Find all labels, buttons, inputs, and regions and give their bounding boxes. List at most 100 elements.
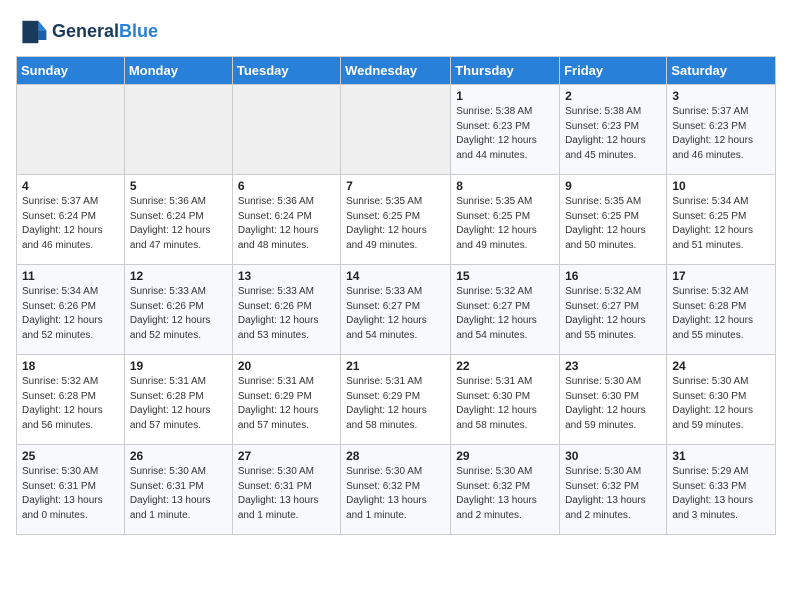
day-number: 27 [238,449,335,463]
calendar-cell: 6 Sunrise: 5:36 AM Sunset: 6:24 PM Daylig… [232,175,340,265]
day-info: Sunrise: 5:35 AM Sunset: 6:25 PM Dayligh… [456,195,554,253]
calendar-cell: 13Sunrise: 5:33 AM Sunset: 6:26 PM Dayli… [232,265,340,355]
day-info: Sunrise: 5:30 AM Sunset: 6:30 PM Dayligh… [565,375,661,433]
calendar-week-row: 18 Sunrise: 5:32 AM Sunset: 6:28 PM Dayli… [17,355,776,445]
page-header: GeneralBlue [16,16,776,48]
calendar-cell [232,85,340,175]
calendar-cell: 19 Sunrise: 5:31 AM Sunset: 6:28 PM Dayli… [124,355,232,445]
calendar-cell: 4 Sunrise: 5:37 AM Sunset: 6:24 PM Daylig… [17,175,125,265]
calendar-cell [341,85,451,175]
calendar-cell: 11 Sunrise: 5:34 AM Sunset: 6:26 PM Dayli… [17,265,125,355]
day-info: Sunrise: 5:33 AM Sunset: 6:26 PM Dayligh… [130,285,227,343]
calendar-cell: 24 Sunrise: 5:30 AM Sunset: 6:30 PM Dayli… [667,355,776,445]
calendar-cell: 26 Sunrise: 5:30 AM Sunset: 6:31 PM Dayli… [124,445,232,535]
day-info: Sunrise: 5:37 AM Sunset: 6:23 PM Dayligh… [672,105,770,163]
calendar-cell: 30 Sunrise: 5:30 AM Sunset: 6:32 PM Dayli… [560,445,667,535]
calendar-cell: 20 Sunrise: 5:31 AM Sunset: 6:29 PM Dayli… [232,355,340,445]
calendar-cell: 31 Sunrise: 5:29 AM Sunset: 6:33 PM Dayli… [667,445,776,535]
calendar-cell: 8 Sunrise: 5:35 AM Sunset: 6:25 PM Daylig… [451,175,560,265]
calendar-cell: 29 Sunrise: 5:30 AM Sunset: 6:32 PM Dayli… [451,445,560,535]
day-number: 9 [565,179,661,193]
logo-icon [16,16,48,48]
weekday-header-sunday: Sunday [17,57,125,85]
day-number: 15 [456,269,554,283]
day-number: 23 [565,359,661,373]
weekday-header-wednesday: Wednesday [341,57,451,85]
day-number: 26 [130,449,227,463]
calendar-cell: 1Sunrise: 5:38 AM Sunset: 6:23 PM Daylig… [451,85,560,175]
day-number: 2 [565,89,661,103]
calendar-cell: 10Sunrise: 5:34 AM Sunset: 6:25 PM Dayli… [667,175,776,265]
calendar-cell: 7 Sunrise: 5:35 AM Sunset: 6:25 PM Daylig… [341,175,451,265]
calendar-table: SundayMondayTuesdayWednesdayThursdayFrid… [16,56,776,535]
calendar-cell: 27 Sunrise: 5:30 AM Sunset: 6:31 PM Dayli… [232,445,340,535]
weekday-header-thursday: Thursday [451,57,560,85]
day-info: Sunrise: 5:30 AM Sunset: 6:32 PM Dayligh… [565,465,661,523]
calendar-cell: 25 Sunrise: 5:30 AM Sunset: 6:31 PM Dayli… [17,445,125,535]
day-info: Sunrise: 5:37 AM Sunset: 6:24 PM Dayligh… [22,195,119,253]
day-info: Sunrise: 5:30 AM Sunset: 6:32 PM Dayligh… [346,465,445,523]
day-info: Sunrise: 5:32 AM Sunset: 6:27 PM Dayligh… [565,285,661,343]
day-info: Sunrise: 5:30 AM Sunset: 6:32 PM Dayligh… [456,465,554,523]
day-info: Sunrise: 5:31 AM Sunset: 6:28 PM Dayligh… [130,375,227,433]
day-info: Sunrise: 5:30 AM Sunset: 6:30 PM Dayligh… [672,375,770,433]
calendar-cell: 18 Sunrise: 5:32 AM Sunset: 6:28 PM Dayli… [17,355,125,445]
day-info: Sunrise: 5:36 AM Sunset: 6:24 PM Dayligh… [238,195,335,253]
day-info: Sunrise: 5:31 AM Sunset: 6:29 PM Dayligh… [346,375,445,433]
calendar-cell: 16 Sunrise: 5:32 AM Sunset: 6:27 PM Dayli… [560,265,667,355]
calendar-cell: 12 Sunrise: 5:33 AM Sunset: 6:26 PM Dayli… [124,265,232,355]
calendar-cell: 15 Sunrise: 5:32 AM Sunset: 6:27 PM Dayli… [451,265,560,355]
day-number: 7 [346,179,445,193]
day-info: Sunrise: 5:30 AM Sunset: 6:31 PM Dayligh… [22,465,119,523]
day-info: Sunrise: 5:31 AM Sunset: 6:30 PM Dayligh… [456,375,554,433]
calendar-week-row: 11 Sunrise: 5:34 AM Sunset: 6:26 PM Dayli… [17,265,776,355]
day-number: 4 [22,179,119,193]
day-info: Sunrise: 5:30 AM Sunset: 6:31 PM Dayligh… [238,465,335,523]
calendar-cell: 28Sunrise: 5:30 AM Sunset: 6:32 PM Dayli… [341,445,451,535]
day-number: 19 [130,359,227,373]
day-number: 25 [22,449,119,463]
day-number: 30 [565,449,661,463]
day-info: Sunrise: 5:36 AM Sunset: 6:24 PM Dayligh… [130,195,227,253]
calendar-cell [124,85,232,175]
calendar-week-row: 4 Sunrise: 5:37 AM Sunset: 6:24 PM Daylig… [17,175,776,265]
calendar-cell: 3 Sunrise: 5:37 AM Sunset: 6:23 PM Daylig… [667,85,776,175]
weekday-header-saturday: Saturday [667,57,776,85]
day-number: 8 [456,179,554,193]
day-number: 17 [672,269,770,283]
day-info: Sunrise: 5:32 AM Sunset: 6:27 PM Dayligh… [456,285,554,343]
calendar-cell: 2Sunrise: 5:38 AM Sunset: 6:23 PM Daylig… [560,85,667,175]
day-number: 1 [456,89,554,103]
calendar-cell: 22Sunrise: 5:31 AM Sunset: 6:30 PM Dayli… [451,355,560,445]
weekday-header-monday: Monday [124,57,232,85]
day-info: Sunrise: 5:35 AM Sunset: 6:25 PM Dayligh… [346,195,445,253]
day-number: 21 [346,359,445,373]
calendar-cell: 14Sunrise: 5:33 AM Sunset: 6:27 PM Dayli… [341,265,451,355]
day-info: Sunrise: 5:32 AM Sunset: 6:28 PM Dayligh… [22,375,119,433]
logo-text: GeneralBlue [52,22,158,42]
day-number: 31 [672,449,770,463]
day-info: Sunrise: 5:32 AM Sunset: 6:28 PM Dayligh… [672,285,770,343]
weekday-header-row: SundayMondayTuesdayWednesdayThursdayFrid… [17,57,776,85]
calendar-cell: 17 Sunrise: 5:32 AM Sunset: 6:28 PM Dayli… [667,265,776,355]
day-info: Sunrise: 5:34 AM Sunset: 6:25 PM Dayligh… [672,195,770,253]
day-number: 29 [456,449,554,463]
day-number: 20 [238,359,335,373]
day-number: 12 [130,269,227,283]
day-info: Sunrise: 5:33 AM Sunset: 6:26 PM Dayligh… [238,285,335,343]
weekday-header-friday: Friday [560,57,667,85]
calendar-cell: 5 Sunrise: 5:36 AM Sunset: 6:24 PM Daylig… [124,175,232,265]
day-number: 3 [672,89,770,103]
day-info: Sunrise: 5:31 AM Sunset: 6:29 PM Dayligh… [238,375,335,433]
day-number: 24 [672,359,770,373]
day-info: Sunrise: 5:35 AM Sunset: 6:25 PM Dayligh… [565,195,661,253]
day-info: Sunrise: 5:29 AM Sunset: 6:33 PM Dayligh… [672,465,770,523]
day-number: 5 [130,179,227,193]
day-info: Sunrise: 5:34 AM Sunset: 6:26 PM Dayligh… [22,285,119,343]
day-number: 6 [238,179,335,193]
logo: GeneralBlue [16,16,158,48]
day-number: 16 [565,269,661,283]
day-info: Sunrise: 5:30 AM Sunset: 6:31 PM Dayligh… [130,465,227,523]
day-number: 11 [22,269,119,283]
day-number: 18 [22,359,119,373]
